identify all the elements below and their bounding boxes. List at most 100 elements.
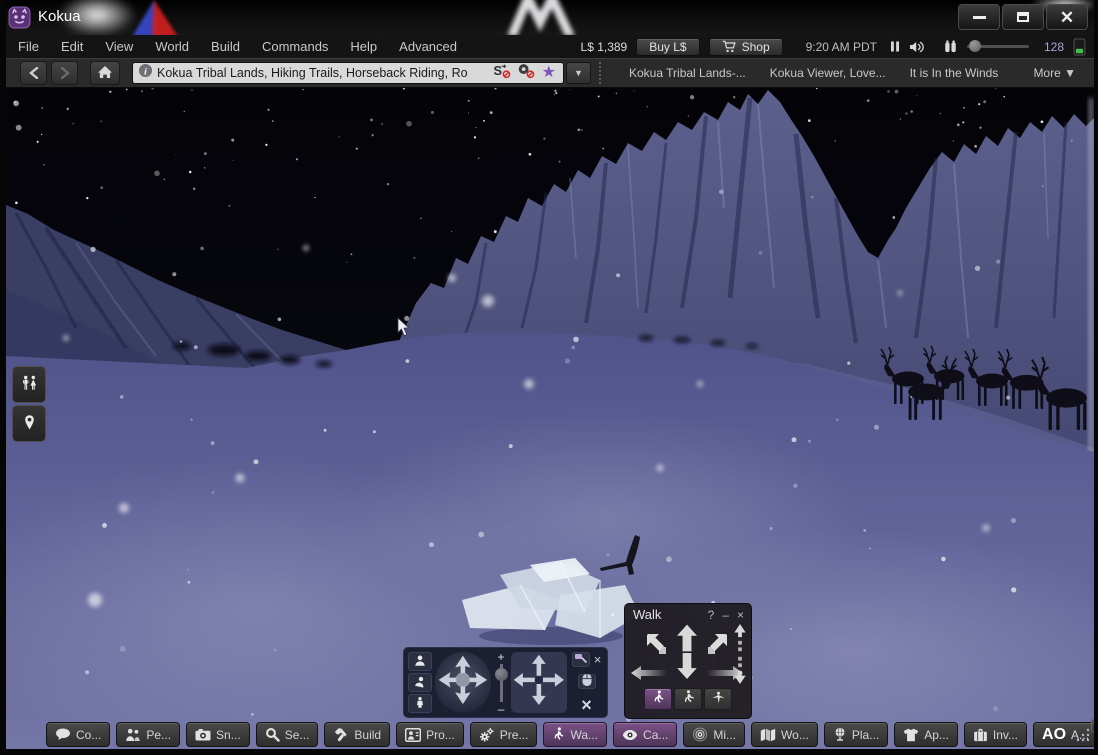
mouselook-button[interactable]	[577, 673, 596, 690]
floater-close-icon[interactable]: ×	[581, 696, 592, 714]
volume-icon[interactable]	[909, 40, 926, 54]
camera-zoom-control[interactable]: + –	[494, 651, 509, 715]
camera-modes-button[interactable]	[571, 651, 590, 667]
toolbar-label: Inv...	[992, 727, 1019, 742]
help-icon[interactable]: ?	[708, 608, 715, 622]
toolbar-snapshot-button[interactable]: Sn...	[186, 722, 250, 747]
maximize-button[interactable]	[1002, 4, 1044, 30]
toolbar-minimap-button[interactable]: Mi...	[683, 722, 746, 747]
toolbar-label: Pre...	[499, 727, 529, 742]
close-floater-icon[interactable]: ×	[737, 608, 744, 622]
toolbar-search-button[interactable]: Se...	[255, 722, 319, 747]
currency-balance[interactable]: L$ 1,389	[581, 40, 628, 54]
turn-left-button[interactable]	[645, 632, 669, 661]
globe-icon	[833, 727, 847, 742]
slider-knob[interactable]	[969, 40, 981, 52]
search-icon	[265, 727, 280, 742]
camera-preset-front-button[interactable]	[408, 652, 432, 671]
toolbar-worldmap-button[interactable]: Wo...	[751, 722, 818, 747]
toolbar-preferences-button[interactable]: Pre...	[469, 722, 538, 747]
movement-pad	[625, 622, 751, 686]
favorite-tab-3[interactable]: It is In the Winds	[910, 66, 999, 80]
mouse-icon	[581, 673, 593, 690]
strafe-left-button[interactable]	[631, 666, 667, 685]
toolbar-label: Sn...	[216, 727, 241, 742]
zoom-out-label[interactable]: –	[498, 703, 505, 715]
zoom-slider-knob[interactable]	[494, 667, 508, 681]
zoom-in-label[interactable]: +	[498, 651, 505, 663]
menu-world[interactable]: World	[155, 39, 189, 54]
places-panel-button[interactable]	[12, 405, 46, 442]
close-button[interactable]: ✕	[1046, 4, 1088, 30]
walk-icon	[552, 727, 565, 742]
menu-file[interactable]: File	[18, 39, 39, 54]
eye-icon	[622, 729, 638, 741]
forward-button[interactable]	[51, 61, 78, 85]
ao-settings-toggle[interactable]	[1091, 719, 1098, 732]
menu-advanced[interactable]: Advanced	[399, 39, 457, 54]
camera-orbit-pad[interactable]	[435, 652, 491, 713]
toolbar-places-button[interactable]: Pla...	[823, 722, 889, 747]
resize-grip[interactable]	[1074, 728, 1090, 747]
menu-view[interactable]: View	[105, 39, 133, 54]
minimize-floater-icon[interactable]: –	[722, 608, 729, 622]
window-titlebar[interactable]: Kokua ✕	[0, 0, 1098, 35]
favorite-star-icon[interactable]: ★	[542, 65, 556, 81]
toolbar-people-button[interactable]: Pe...	[116, 722, 181, 747]
toolbar-label: Wo...	[781, 727, 809, 742]
draw-distance-icon	[943, 39, 958, 54]
home-button[interactable]	[90, 61, 120, 85]
run-mode-button[interactable]	[674, 688, 702, 710]
camera-preset-side-button[interactable]	[408, 673, 432, 692]
fly-icon	[711, 691, 726, 708]
shop-button[interactable]: Shop	[708, 37, 783, 56]
toolbar-build-button[interactable]: Build	[324, 722, 391, 747]
cart-icon	[722, 40, 737, 53]
toolbar-converse-button[interactable]: Co...	[46, 722, 111, 747]
toolbar-inventory-button[interactable]: Inv...	[963, 722, 1028, 747]
gears-icon	[479, 727, 495, 742]
walk-mode-button[interactable]	[644, 688, 672, 710]
kokua-viewer-window: Kokua ✕ File Edit View World Build Comma…	[0, 0, 1098, 755]
pause-icon[interactable]	[890, 40, 900, 53]
location-pin-icon	[22, 414, 37, 434]
turn-right-button[interactable]	[705, 632, 729, 661]
menu-commands[interactable]: Commands	[262, 39, 328, 54]
fly-mode-button[interactable]	[704, 688, 732, 710]
menu-build[interactable]: Build	[211, 39, 240, 54]
camera-presets	[408, 652, 432, 713]
location-input[interactable]: i Kokua Tribal Lands, Hiking Trails, Hor…	[132, 62, 564, 84]
shirt-icon	[903, 728, 919, 742]
favorites-bar-handle[interactable]	[599, 62, 605, 84]
camera-close-icon[interactable]: ×	[594, 653, 602, 666]
people-panel-button[interactable]	[12, 366, 46, 403]
draw-distance-slider[interactable]	[967, 40, 1029, 52]
walk-floater-header[interactable]: Walk ? – ×	[625, 604, 751, 622]
no-voice-icon	[516, 62, 536, 84]
buy-currency-button[interactable]: Buy L$	[636, 37, 700, 56]
toolbar-camera-button[interactable]: Ca...	[613, 722, 678, 747]
camera-preset-rear-button[interactable]	[408, 694, 432, 713]
move-back-button[interactable]	[677, 653, 697, 684]
toolbar-profile-button[interactable]: Pro...	[396, 722, 464, 747]
menu-edit[interactable]: Edit	[61, 39, 83, 54]
toolbar-label: Ca...	[643, 727, 669, 742]
toolbar-walk-button[interactable]: Wa...	[543, 722, 608, 747]
draw-distance-value: 128	[1043, 39, 1064, 54]
jump-crouch-control[interactable]	[733, 624, 747, 689]
location-text: Kokua Tribal Lands, Hiking Trails, Horse…	[157, 66, 468, 80]
menu-help[interactable]: Help	[350, 39, 377, 54]
toolbar-label: Co...	[76, 727, 102, 742]
no-scripts-icon: S	[492, 62, 512, 84]
chat-icon	[55, 728, 71, 742]
camera-pan-pad[interactable]	[511, 652, 568, 713]
location-history-dropdown[interactable]: ▼	[566, 62, 591, 84]
favorite-tab-2[interactable]: Kokua Viewer, Love...	[770, 66, 886, 80]
minimize-button[interactable]	[958, 4, 1000, 30]
favorites-more-button[interactable]: More ▼	[1033, 66, 1076, 80]
toolbar-appearance-button[interactable]: Ap...	[894, 722, 958, 747]
zoom-slider-track[interactable]	[494, 663, 508, 702]
back-button[interactable]	[20, 61, 47, 85]
favorite-tab-1[interactable]: Kokua Tribal Lands-...	[629, 66, 746, 80]
parcel-info-icon[interactable]: i	[138, 63, 153, 83]
